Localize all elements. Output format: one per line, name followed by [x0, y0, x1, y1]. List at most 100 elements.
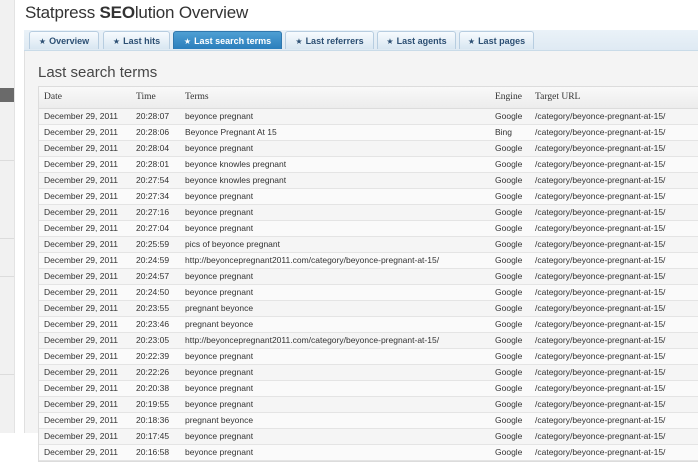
cell-date: December 29, 2011 [44, 383, 119, 393]
cell-terms: beyonce pregnant [185, 351, 254, 361]
table-row: December 29, 2011 20:19:55 beyonce pregnan… [39, 397, 698, 413]
column-header-time[interactable]: Time [136, 87, 156, 108]
cell-engine: Google [495, 303, 523, 313]
tab-last-hits[interactable]: ★ Last hits [103, 31, 170, 49]
cell-time: 20:24:50 [136, 287, 170, 297]
cell-date: December 29, 2011 [44, 415, 119, 425]
cell-target-url: /category/beyonce-pregnant-at-15/ [535, 287, 666, 297]
cell-terms: beyonce pregnant [185, 447, 254, 457]
column-header-target-url[interactable]: Target URL [535, 87, 580, 108]
page-title-prefix: Statpress [25, 3, 100, 22]
cell-time: 20:27:16 [136, 207, 170, 217]
section-title: Last search terms [38, 64, 158, 81]
cell-date: December 29, 2011 [44, 351, 119, 361]
cell-terms: beyonce pregnant [185, 271, 254, 281]
cell-date: December 29, 2011 [44, 143, 119, 153]
cell-target-url: /category/beyonce-pregnant-at-15/ [535, 271, 666, 281]
cell-date: December 29, 2011 [44, 175, 119, 185]
cell-target-url: /category/beyonce-pregnant-at-15/ [535, 207, 666, 217]
sidebar-active-item[interactable] [0, 88, 14, 102]
cell-target-url: /category/beyonce-pregnant-at-15/ [535, 143, 666, 153]
cell-engine: Google [495, 367, 523, 377]
cell-date: December 29, 2011 [44, 239, 119, 249]
table-row: December 29, 2011 20:28:06 Beyonce Pregnan… [39, 125, 698, 141]
cell-terms: beyonce pregnant [185, 399, 254, 409]
table-row: December 29, 2011 20:24:50 beyonce pregnan… [39, 285, 698, 301]
cell-time: 20:22:26 [136, 367, 170, 377]
cell-terms: pregnant beyonce [185, 319, 254, 329]
cell-engine: Google [495, 239, 523, 249]
cell-terms: beyonce pregnant [185, 191, 254, 201]
table-row: December 29, 2011 20:23:05 http://beyoncep… [39, 333, 698, 349]
cell-engine: Google [495, 319, 523, 329]
tab-label: Last search terms [194, 36, 272, 46]
cell-target-url: /category/beyonce-pregnant-at-15/ [535, 351, 666, 361]
cell-date: December 29, 2011 [44, 111, 119, 121]
search-terms-table: Date Time Terms Engine Target URL Decemb… [38, 86, 698, 462]
cell-target-url: /category/beyonce-pregnant-at-15/ [535, 383, 666, 393]
table-row: December 29, 2011 20:23:55 pregnant beyonc… [39, 301, 698, 317]
table-row: December 29, 2011 20:28:04 beyonce pregnan… [39, 141, 698, 157]
cell-target-url: /category/beyonce-pregnant-at-15/ [535, 111, 666, 121]
page-title: Statpress SEOlution Overview [25, 3, 248, 23]
table-row: December 29, 2011 20:18:36 pregnant beyonc… [39, 413, 698, 429]
cell-terms: beyonce pregnant [185, 143, 254, 153]
cell-time: 20:28:06 [136, 127, 170, 137]
cell-terms: beyonce pregnant [185, 431, 254, 441]
tab-last-agents[interactable]: ★ Last agents [377, 31, 456, 49]
star-icon: ★ [38, 37, 47, 46]
column-header-terms[interactable]: Terms [185, 87, 209, 108]
column-header-date[interactable]: Date [44, 87, 62, 108]
column-header-engine[interactable]: Engine [495, 87, 522, 108]
cell-target-url: /category/beyonce-pregnant-at-15/ [535, 223, 666, 233]
cell-engine: Google [495, 431, 523, 441]
cell-engine: Google [495, 335, 523, 345]
cell-time: 20:23:05 [136, 335, 170, 345]
table-row: December 29, 2011 20:17:45 beyonce pregnan… [39, 429, 698, 445]
table-row: December 29, 2011 20:22:26 beyonce pregnan… [39, 365, 698, 381]
tab-last-search-terms[interactable]: ★ Last search terms [173, 31, 282, 49]
table-row: December 29, 2011 20:27:54 beyonce knowles… [39, 173, 698, 189]
cell-target-url: /category/beyonce-pregnant-at-15/ [535, 319, 666, 329]
table-row: December 29, 2011 20:25:59 pics of beyonce… [39, 237, 698, 253]
cell-terms: Beyonce Pregnant At 15 [185, 127, 277, 137]
cell-target-url: /category/beyonce-pregnant-at-15/ [535, 191, 666, 201]
table-row: December 29, 2011 20:23:46 pregnant beyonc… [39, 317, 698, 333]
tab-last-referrers[interactable]: ★ Last referrers [285, 31, 374, 49]
cell-date: December 29, 2011 [44, 335, 119, 345]
tab-label: Last agents [396, 36, 447, 46]
sidebar-divider [0, 374, 14, 375]
cell-date: December 29, 2011 [44, 399, 119, 409]
cell-engine: Google [495, 191, 523, 201]
cell-time: 20:27:54 [136, 175, 170, 185]
cell-engine: Google [495, 255, 523, 265]
table-row: December 29, 2011 20:27:04 beyonce pregnan… [39, 221, 698, 237]
cell-time: 20:28:01 [136, 159, 170, 169]
cell-terms: http://beyoncepregnant2011.com/category/… [185, 255, 440, 265]
cell-time: 20:24:57 [136, 271, 170, 281]
cell-date: December 29, 2011 [44, 271, 119, 281]
cell-target-url: /category/beyonce-pregnant-at-15/ [535, 127, 666, 137]
tab-last-pages[interactable]: ★ Last pages [459, 31, 534, 49]
cell-date: December 29, 2011 [44, 367, 119, 377]
cell-date: December 29, 2011 [44, 447, 119, 457]
cell-target-url: /category/beyonce-pregnant-at-15/ [535, 431, 666, 441]
tab-overview[interactable]: ★ Overview [29, 31, 99, 49]
page-title-suffix: lution Overview [134, 3, 249, 22]
cell-engine: Google [495, 271, 523, 281]
cell-date: December 29, 2011 [44, 127, 119, 137]
table-body: December 29, 2011 20:28:07 beyonce pregnan… [39, 109, 698, 461]
cell-time: 20:19:55 [136, 399, 170, 409]
cell-date: December 29, 2011 [44, 207, 119, 217]
table-row: December 29, 2011 20:27:34 beyonce pregnan… [39, 189, 698, 205]
cell-engine: Google [495, 447, 523, 457]
cell-date: December 29, 2011 [44, 287, 119, 297]
cell-date: December 29, 2011 [44, 319, 119, 329]
cell-time: 20:16:58 [136, 447, 170, 457]
cell-time: 20:18:36 [136, 415, 170, 425]
cell-terms: beyonce pregnant [185, 367, 254, 377]
tab-label: Last hits [123, 36, 161, 46]
cell-engine: Google [495, 207, 523, 217]
star-icon: ★ [467, 37, 476, 46]
cell-target-url: /category/beyonce-pregnant-at-15/ [535, 415, 666, 425]
